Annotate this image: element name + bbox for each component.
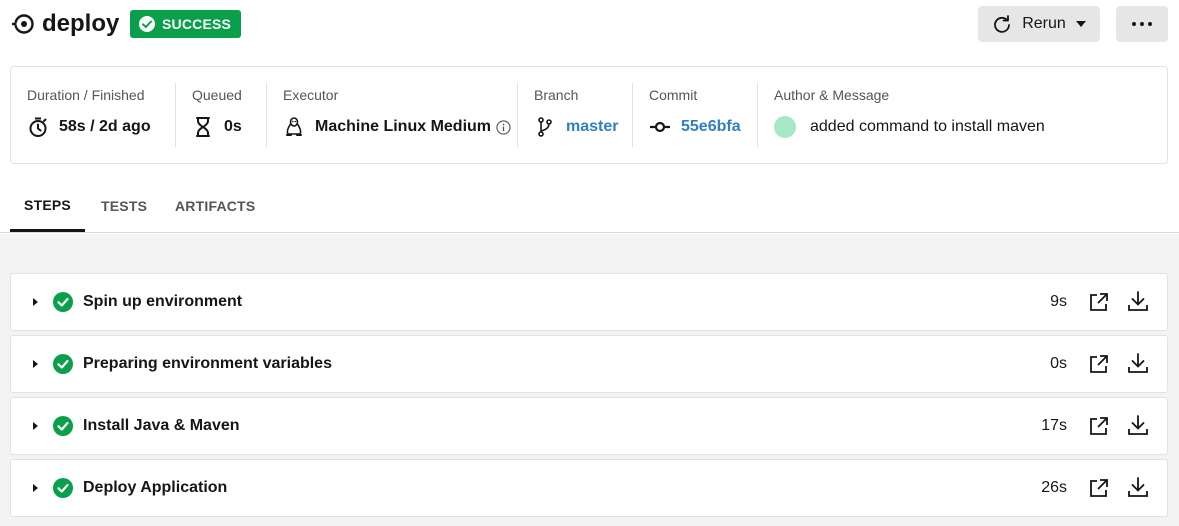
tab-steps[interactable]: STEPS xyxy=(10,180,85,232)
external-link-icon[interactable] xyxy=(1088,477,1110,499)
caret-down-icon xyxy=(1075,21,1086,27)
duration-value: 58s / 2d ago xyxy=(59,118,151,135)
branch-value[interactable]: master xyxy=(566,118,618,136)
author-value-row: added command to install maven xyxy=(774,115,1045,139)
info-icon[interactable] xyxy=(496,119,511,135)
page-title: deploy xyxy=(42,10,120,37)
external-link-icon[interactable] xyxy=(1088,353,1110,375)
executor-value: Machine Linux Medium xyxy=(315,118,492,135)
stopwatch-icon xyxy=(29,117,47,137)
more-actions-button[interactable] xyxy=(1116,6,1168,42)
step-name: Preparing environment variables xyxy=(83,355,332,372)
queued-value-row: 0s xyxy=(192,115,242,139)
job-tabs: STEPS TESTS ARTIFACTS xyxy=(0,180,1179,233)
queued-label: Queued xyxy=(192,87,242,103)
pipeline-job-icon xyxy=(12,14,34,34)
step-row[interactable]: Preparing environment variables 0s xyxy=(10,335,1168,393)
rerun-button[interactable]: Rerun xyxy=(978,6,1100,42)
branch-label: Branch xyxy=(534,87,579,103)
job-header: deploy SUCCESS Rerun xyxy=(0,0,1179,50)
check-circle-icon xyxy=(53,478,73,498)
commit-label: Commit xyxy=(649,87,698,103)
step-row[interactable]: Deploy Application 26s xyxy=(10,459,1168,517)
git-branch-icon xyxy=(538,117,552,137)
commit-value[interactable]: 55e6bfa xyxy=(681,118,741,136)
steps-list: Spin up environment 9s Preparing environ… xyxy=(0,234,1179,526)
executor-label: Executor xyxy=(283,87,339,103)
ellipsis-icon xyxy=(1132,22,1152,26)
caret-right-icon[interactable] xyxy=(31,482,41,494)
step-row[interactable]: Install Java & Maven 17s xyxy=(10,397,1168,455)
caret-right-icon[interactable] xyxy=(31,296,41,308)
branch-link[interactable]: master xyxy=(534,115,618,139)
caret-right-icon[interactable] xyxy=(31,420,41,432)
hourglass-icon xyxy=(196,117,210,137)
step-duration: 26s xyxy=(1041,479,1067,496)
refresh-icon xyxy=(994,15,1011,33)
external-link-icon[interactable] xyxy=(1088,291,1110,313)
caret-right-icon[interactable] xyxy=(31,358,41,370)
step-row[interactable]: Spin up environment 9s xyxy=(10,273,1168,331)
step-name: Deploy Application xyxy=(83,479,228,496)
download-icon[interactable] xyxy=(1126,413,1150,437)
check-circle-icon xyxy=(53,354,73,374)
status-badge: SUCCESS xyxy=(130,10,242,38)
branch-section: Branch master xyxy=(518,67,632,163)
check-circle-icon xyxy=(53,292,73,312)
rerun-label: Rerun xyxy=(1022,15,1066,32)
author-section: Author & Message added command to instal… xyxy=(758,67,1168,163)
download-icon[interactable] xyxy=(1126,475,1150,499)
queued-section: Queued 0s xyxy=(176,67,266,163)
linux-penguin-icon xyxy=(286,117,302,136)
tab-artifacts[interactable]: ARTIFACTS xyxy=(175,180,255,232)
git-commit-icon xyxy=(650,121,670,133)
queued-value: 0s xyxy=(224,118,242,135)
tab-tests[interactable]: TESTS xyxy=(101,180,147,232)
duration-value-row: 58s / 2d ago xyxy=(27,115,151,139)
duration-label: Duration / Finished xyxy=(27,87,145,103)
external-link-icon[interactable] xyxy=(1088,415,1110,437)
check-circle-icon xyxy=(139,16,155,32)
step-duration: 17s xyxy=(1041,417,1067,434)
commit-section: Commit 55e6bfa xyxy=(633,67,757,163)
status-badge-label: SUCCESS xyxy=(162,16,232,32)
download-icon[interactable] xyxy=(1126,289,1150,313)
avatar-icon xyxy=(774,116,796,138)
duration-section: Duration / Finished 58s / 2d ago xyxy=(11,67,175,163)
step-duration: 9s xyxy=(1050,293,1067,310)
check-circle-icon xyxy=(53,416,73,436)
commit-link[interactable]: 55e6bfa xyxy=(649,115,741,139)
download-icon[interactable] xyxy=(1126,351,1150,375)
step-name: Install Java & Maven xyxy=(83,417,240,434)
author-label: Author & Message xyxy=(774,87,890,103)
step-duration: 0s xyxy=(1050,355,1067,372)
executor-section: Executor Machine Linux Medium xyxy=(267,67,517,163)
step-name: Spin up environment xyxy=(83,293,243,310)
executor-value-row: Machine Linux Medium xyxy=(283,115,511,139)
commit-message: added command to install maven xyxy=(810,118,1045,135)
job-info-card: Duration / Finished 58s / 2d ago Queued … xyxy=(10,66,1168,164)
